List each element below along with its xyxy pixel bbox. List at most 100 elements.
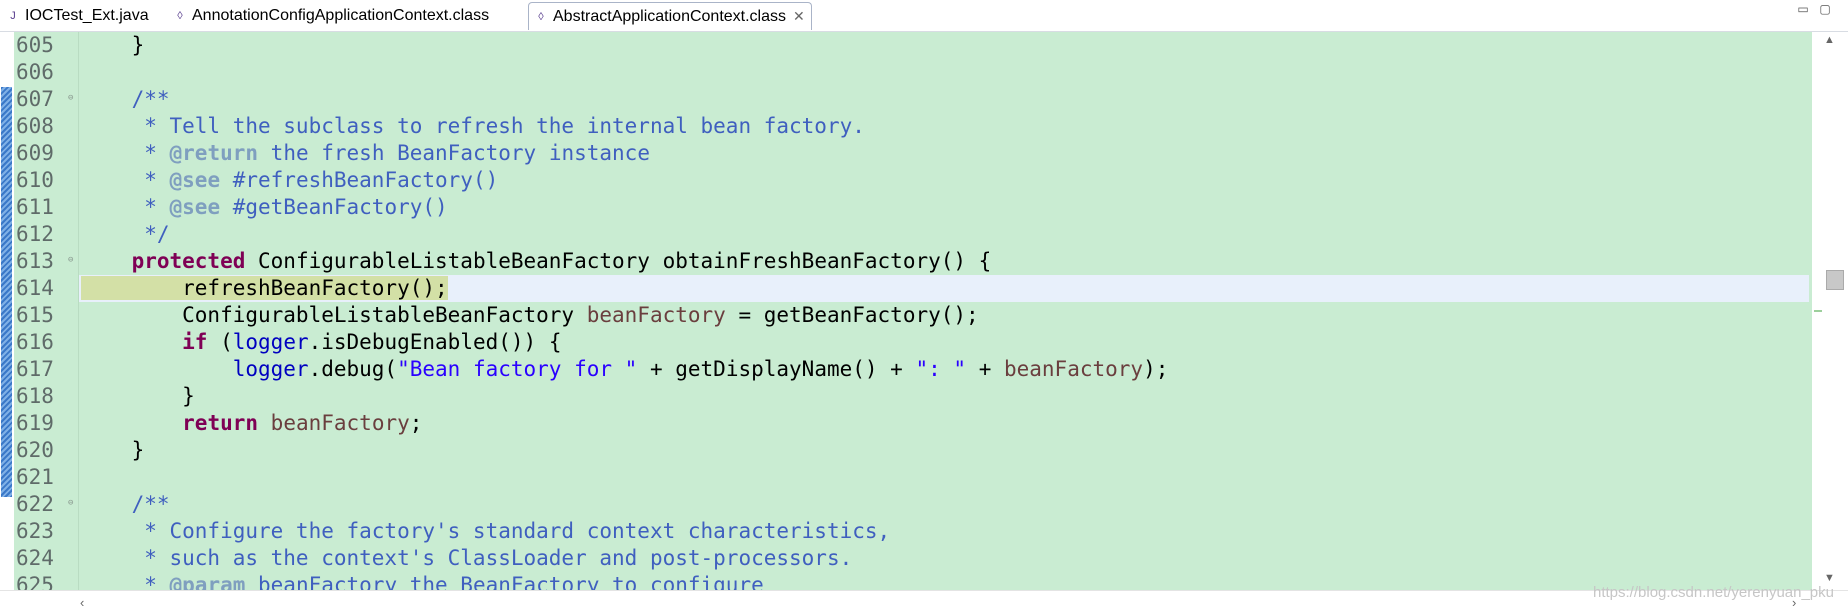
code-token-doc: * Tell the subclass to refresh the inter…	[81, 114, 865, 138]
code-token-tag: @see	[169, 195, 221, 219]
code-token-plain: + getDisplayName() +	[637, 357, 916, 381]
line-number: 614	[16, 276, 54, 300]
code-token-doc: * such as the context's ClassLoader and …	[81, 546, 853, 570]
code-token-plain: }	[81, 384, 195, 408]
tab-label: AnnotationConfigApplicationContext.class	[192, 7, 490, 24]
scroll-down-icon[interactable]: ▼	[1824, 572, 1835, 584]
code-line[interactable]: 608 * Tell the subclass to refresh the i…	[0, 113, 1810, 140]
code-line[interactable]: 624 * such as the context's ClassLoader …	[0, 545, 1810, 572]
line-number: 625	[16, 573, 54, 590]
line-number: 608	[16, 114, 54, 138]
code-line[interactable]: 615 ConfigurableListableBeanFactory bean…	[0, 302, 1810, 329]
code-token-kw: if	[182, 330, 208, 354]
code-token-plain: ;	[409, 411, 423, 435]
code-token-doc: #getBeanFactory()	[220, 195, 448, 219]
maximize-icon[interactable]: ▢	[1818, 2, 1832, 16]
line-number: 620	[16, 438, 54, 462]
code-token-doc: *	[81, 141, 170, 165]
line-number: 607	[16, 87, 54, 111]
code-line[interactable]: 607 ⊖ /**	[0, 86, 1810, 113]
scroll-left-icon[interactable]: ‹	[80, 595, 84, 610]
code-token-var: beanFactory	[270, 411, 410, 435]
line-number: 617	[16, 357, 54, 381]
code-line[interactable]: 612 */	[0, 221, 1810, 248]
line-number: 618	[16, 384, 54, 408]
code-line[interactable]: 625 * @param beanFactory the BeanFactory…	[0, 572, 1810, 590]
code-token-doc: *	[81, 195, 170, 219]
line-number: 613	[16, 249, 54, 273]
code-token-plain: ConfigurableListableBeanFactory	[81, 303, 587, 327]
overview-marker[interactable]	[1814, 310, 1822, 312]
code-token-doc: /**	[81, 492, 170, 516]
fold-toggle-icon[interactable]: ⊖	[68, 93, 73, 103]
line-number: 624	[16, 546, 54, 570]
watermark: https://blog.csdn.net/yerenyuan_pku	[1593, 584, 1834, 601]
horizontal-scrollbar[interactable]: ‹ ›	[0, 590, 1848, 615]
code-line[interactable]: 605 }	[0, 32, 1810, 59]
tab-label: AbstractApplicationContext.class	[553, 7, 786, 25]
code-token-doc: the fresh BeanFactory instance	[258, 141, 650, 165]
code-token-doc: /**	[81, 87, 170, 111]
tab-annotation-config-application-context[interactable]: ◊ AnnotationConfigApplicationContext.cla…	[173, 2, 489, 30]
code-token-plain: .debug(	[308, 357, 398, 381]
code-token-doc: *	[81, 168, 170, 192]
code-line[interactable]: 620 }	[0, 437, 1810, 464]
code-text: * such as the context's ClassLoader and …	[81, 545, 852, 572]
line-number: 615	[16, 303, 54, 327]
code-text: * @return the fresh BeanFactory instance	[81, 140, 650, 167]
close-icon[interactable]: ✕	[793, 8, 805, 25]
line-number: 605	[16, 33, 54, 57]
code-text: }	[81, 32, 145, 59]
code-text: if (logger.isDebugEnabled()) {	[81, 329, 561, 356]
code-line[interactable]: 622 ⊖ /**	[0, 491, 1810, 518]
code-text: * @see #getBeanFactory()	[81, 194, 448, 221]
code-token-tag: @param	[169, 573, 246, 590]
code-line[interactable]: 616 if (logger.isDebugEnabled()) {	[0, 329, 1810, 356]
code-line[interactable]: 617 logger.debug("Bean factory for " + g…	[0, 356, 1810, 383]
scrollbar-thumb[interactable]	[1826, 270, 1844, 290]
tab-label: IOCTest_Ext.java	[25, 7, 149, 24]
line-number: 610	[16, 168, 54, 192]
tab-abstract-application-context[interactable]: ◊ AbstractApplicationContext.class ✕	[528, 2, 812, 30]
line-number: 611	[16, 195, 54, 219]
code-editor[interactable]: 605 } 606 607 ⊖ /** 608 * Tell the subclass …	[0, 32, 1848, 590]
code-token-kw: return	[182, 411, 259, 435]
code-token-plain: }	[81, 33, 145, 57]
line-number: 623	[16, 519, 54, 543]
current-code-line[interactable]: 614 refreshBeanFactory();	[0, 275, 1810, 302]
code-text: * @param beanFactory the BeanFactory to …	[81, 572, 764, 590]
scroll-up-icon[interactable]: ▲	[1824, 34, 1835, 46]
code-text: /**	[81, 491, 170, 518]
code-line[interactable]: 609 * @return the fresh BeanFactory inst…	[0, 140, 1810, 167]
code-line[interactable]: 613 ⊖ protected ConfigurableListableBeanF…	[0, 248, 1810, 275]
code-token-doc: #refreshBeanFactory()	[220, 168, 499, 192]
code-line[interactable]: 610 * @see #refreshBeanFactory()	[0, 167, 1810, 194]
code-text: }	[81, 383, 195, 410]
code-line[interactable]: 621	[0, 464, 1810, 491]
code-line[interactable]: 619 return beanFactory;	[0, 410, 1810, 437]
code-line[interactable]: 623 * Configure the factory's standard c…	[0, 518, 1810, 545]
code-text: }	[81, 437, 145, 464]
tab-ioctest-ext[interactable]: J IOCTest_Ext.java	[6, 2, 149, 30]
class-file-icon: ◊	[538, 10, 544, 23]
fold-toggle-icon[interactable]: ⊖	[68, 255, 73, 265]
code-token-plain: ConfigurableListableBeanFactory obtainFr…	[245, 249, 992, 273]
code-text: * @see #refreshBeanFactory()	[81, 167, 498, 194]
fold-toggle-icon[interactable]: ⊖	[68, 498, 73, 508]
minimize-icon[interactable]: ▭	[1796, 2, 1810, 16]
code-line[interactable]: 606	[0, 59, 1810, 86]
code-token-doc: *	[81, 573, 170, 590]
code-token-tag: @return	[169, 141, 259, 165]
line-number: 616	[16, 330, 54, 354]
line-number: 609	[16, 141, 54, 165]
code-token-doc: * Configure the factory's standard conte…	[81, 519, 891, 543]
code-line[interactable]: 611 * @see #getBeanFactory()	[0, 194, 1810, 221]
editor-tab-bar: J IOCTest_Ext.java ◊ AnnotationConfigApp…	[0, 0, 1848, 32]
vertical-scrollbar[interactable]: ▲ ▼	[1812, 32, 1848, 590]
code-token-str: ": "	[915, 357, 967, 381]
code-line[interactable]: 618 }	[0, 383, 1810, 410]
code-token-var: beanFactory	[1003, 357, 1144, 381]
